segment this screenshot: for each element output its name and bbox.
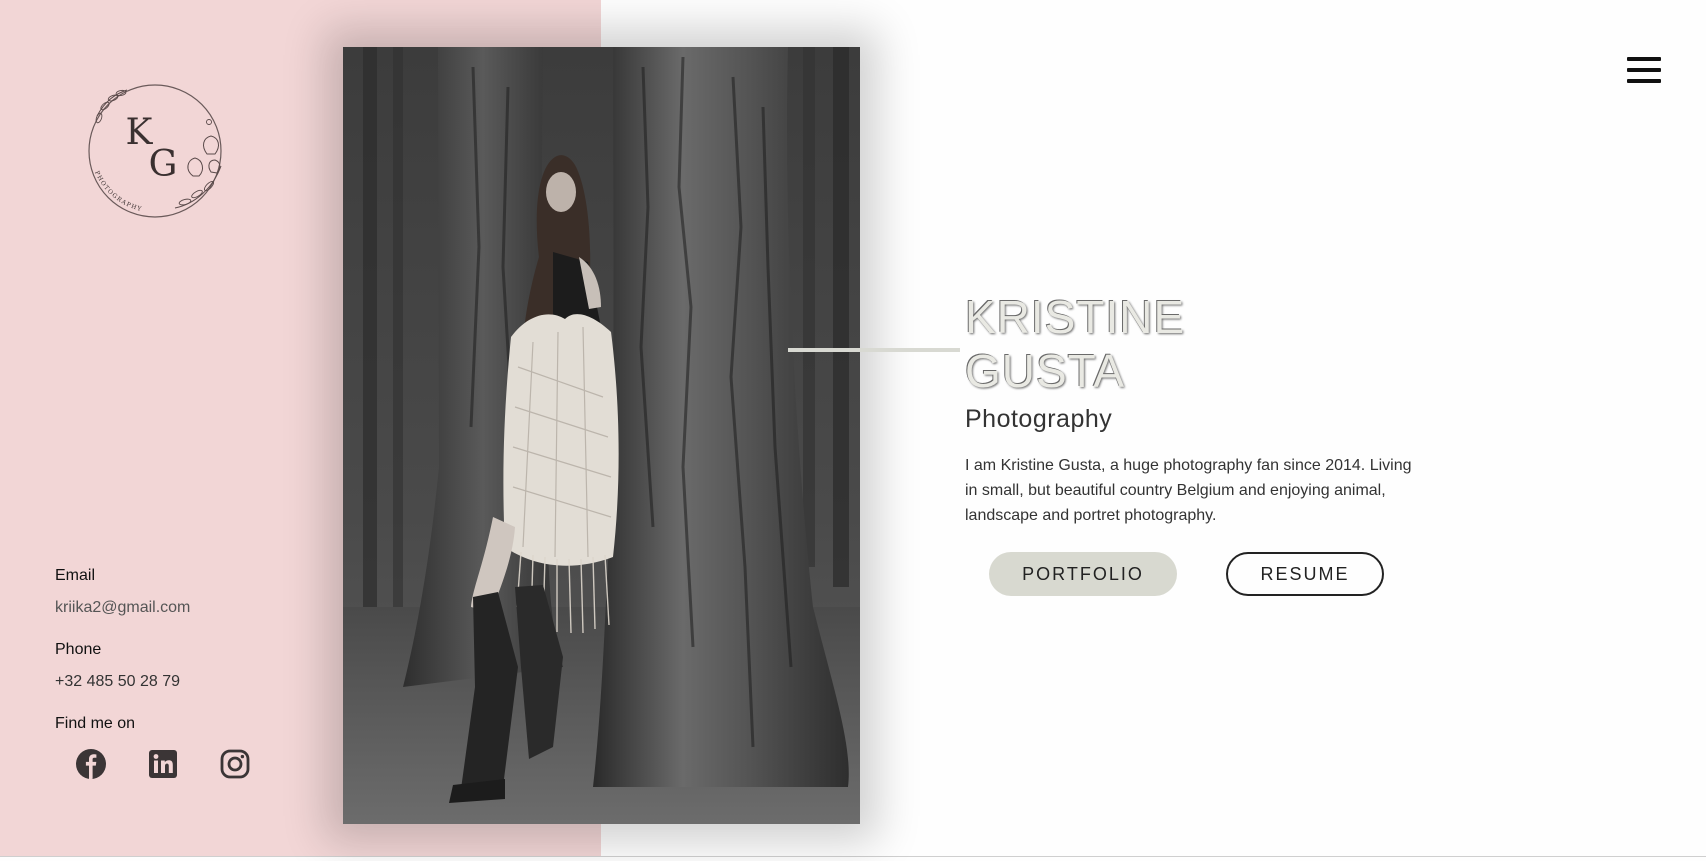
resume-button[interactable]: RESUME (1226, 552, 1384, 596)
connector-line (788, 348, 960, 352)
portrait-photo (343, 47, 860, 824)
page: K G PHOTOGRAPHY Email kriika2@gmail.com … (0, 0, 1706, 861)
social-label: Find me on (55, 715, 136, 732)
social-links (75, 748, 251, 780)
first-name: KRISTINE (965, 291, 1186, 343)
facebook-icon[interactable] (75, 748, 107, 780)
forest-portrait-image (343, 47, 860, 824)
social-block: Find me on (55, 714, 315, 734)
subtitle: Photography (965, 405, 1113, 433)
email-label: Email (55, 567, 96, 584)
svg-text:G: G (149, 144, 178, 185)
kg-monogram-logo: K G PHOTOGRAPHY (88, 84, 222, 218)
logo[interactable]: K G PHOTOGRAPHY (75, 76, 235, 226)
divider (0, 856, 1706, 857)
instagram-icon[interactable] (219, 748, 251, 780)
cta-buttons: PORTFOLIO RESUME (989, 552, 1384, 596)
linkedin-icon[interactable] (147, 748, 179, 780)
hamburger-menu-icon[interactable] (1627, 57, 1661, 85)
phone-block: Phone +32 485 50 28 79 (55, 640, 315, 692)
email-link[interactable]: kriika2@gmail.com (55, 598, 315, 618)
menu-bar (1627, 57, 1661, 61)
svg-text:PHOTOGRAPHY: PHOTOGRAPHY (93, 170, 143, 213)
phone-link[interactable]: +32 485 50 28 79 (55, 672, 315, 692)
menu-bar (1627, 79, 1661, 83)
contact-info: Email kriika2@gmail.com Phone +32 485 50… (55, 566, 315, 756)
phone-label: Phone (55, 641, 102, 658)
menu-bar (1627, 68, 1661, 72)
hero: KRISTINE GUSTA Photography I am Kristine… (965, 290, 1445, 528)
email-block: Email kriika2@gmail.com (55, 566, 315, 618)
portfolio-button[interactable]: PORTFOLIO (989, 552, 1177, 596)
bio-text: I am Kristine Gusta, a huge photography … (965, 457, 1412, 524)
last-name: GUSTA (965, 345, 1126, 397)
